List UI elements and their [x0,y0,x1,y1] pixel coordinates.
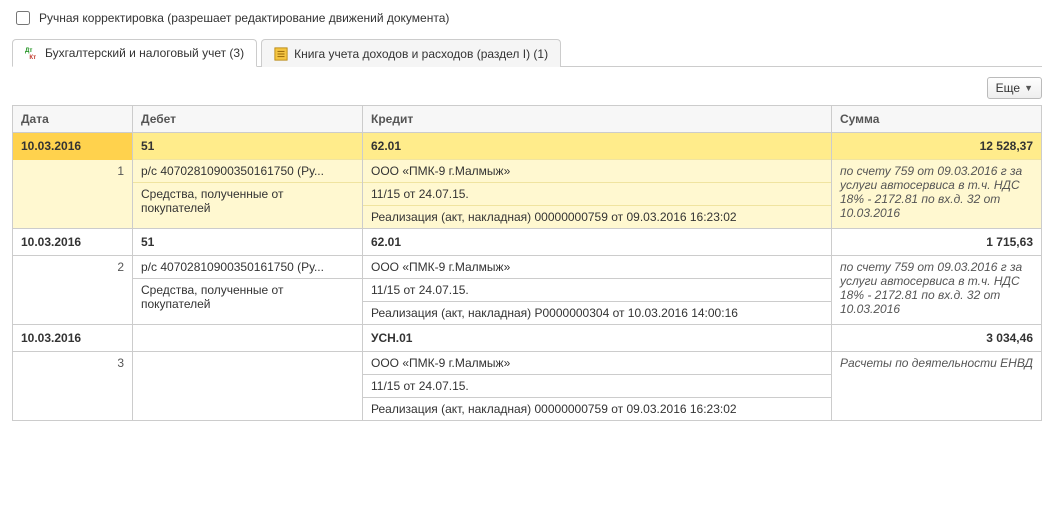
cell-date: 10.03.2016 [13,133,133,160]
credit-line: 11/15 от 24.07.15. [363,279,832,302]
table-row[interactable]: 10.03.2016 УСН.01 3 034,46 3 ООО «ПМК-9 … [13,325,1042,421]
tab-accounting[interactable]: Дт Кт Бухгалтерский и налоговый учет (3) [12,39,257,67]
cell-debit-acc: 51 [133,229,363,256]
more-label: Еще [996,81,1020,95]
cell-credit-acc: УСН.01 [363,325,832,352]
col-header-debit: Дебет [133,106,363,133]
cell-sum: 1 715,63 [832,229,1042,256]
credit-line: ООО «ПМК-9 г.Малмыж» [363,160,832,183]
col-header-sum: Сумма [832,106,1042,133]
cell-row-number: 2 [13,256,133,325]
credit-line: 11/15 от 24.07.15. [363,375,832,398]
manual-correction-label: Ручная корректировка (разрешает редактир… [39,11,449,25]
table-row[interactable]: 10.03.2016 51 62.01 12 528,37 1 р/с 4070… [13,133,1042,229]
sum-desc: по счету 759 от 09.03.2016 г за услуги а… [832,256,1042,325]
more-button[interactable]: Еще ▼ [987,77,1042,99]
debit-line: р/с 40702810900350161750 (Ру... [133,256,363,279]
tab-label: Книга учета доходов и расходов (раздел I… [294,47,548,61]
cell-row-number: 3 [13,352,133,421]
cell-credit-acc: 62.01 [363,229,832,256]
sum-desc: Расчеты по деятельности ЕНВД [832,352,1042,421]
credit-line: Реализация (акт, накладная) 00000000759 … [363,398,832,421]
credit-line: 11/15 от 24.07.15. [363,183,832,206]
credit-line: Реализация (акт, накладная) Р0000000304 … [363,302,832,325]
svg-text:Кт: Кт [29,54,36,60]
tab-label: Бухгалтерский и налоговый учет (3) [45,46,244,60]
credit-line: ООО «ПМК-9 г.Малмыж» [363,256,832,279]
credit-line: ООО «ПМК-9 г.Малмыж» [363,352,832,375]
cell-debit-acc [133,325,363,352]
col-header-date: Дата [13,106,133,133]
tab-income-book[interactable]: Книга учета доходов и расходов (раздел I… [261,39,561,67]
debit-line [133,352,363,421]
col-header-credit: Кредит [363,106,832,133]
svg-text:Дт: Дт [25,47,32,54]
credit-line: Реализация (акт, накладная) 00000000759 … [363,206,832,229]
chevron-down-icon: ▼ [1024,83,1033,93]
debit-line: Средства, полученные от покупателей [133,279,363,325]
entries-table: Дата Дебет Кредит Сумма 10.03.2016 51 62… [12,105,1042,421]
cell-sum: 3 034,46 [832,325,1042,352]
sum-desc: по счету 759 от 09.03.2016 г за услуги а… [832,160,1042,229]
book-icon [274,47,288,61]
cell-row-number: 1 [13,160,133,229]
debit-line: р/с 40702810900350161750 (Ру... [133,160,363,183]
debit-line: Средства, полученные от покупателей [133,183,363,229]
tabs: Дт Кт Бухгалтерский и налоговый учет (3)… [12,38,1042,67]
manual-correction-checkbox[interactable] [16,11,30,25]
cell-debit-acc: 51 [133,133,363,160]
dt-kt-icon: Дт Кт [25,46,39,60]
cell-sum: 12 528,37 [832,133,1042,160]
table-row[interactable]: 10.03.2016 51 62.01 1 715,63 2 р/с 40702… [13,229,1042,325]
cell-date: 10.03.2016 [13,229,133,256]
cell-credit-acc: 62.01 [363,133,832,160]
cell-date: 10.03.2016 [13,325,133,352]
